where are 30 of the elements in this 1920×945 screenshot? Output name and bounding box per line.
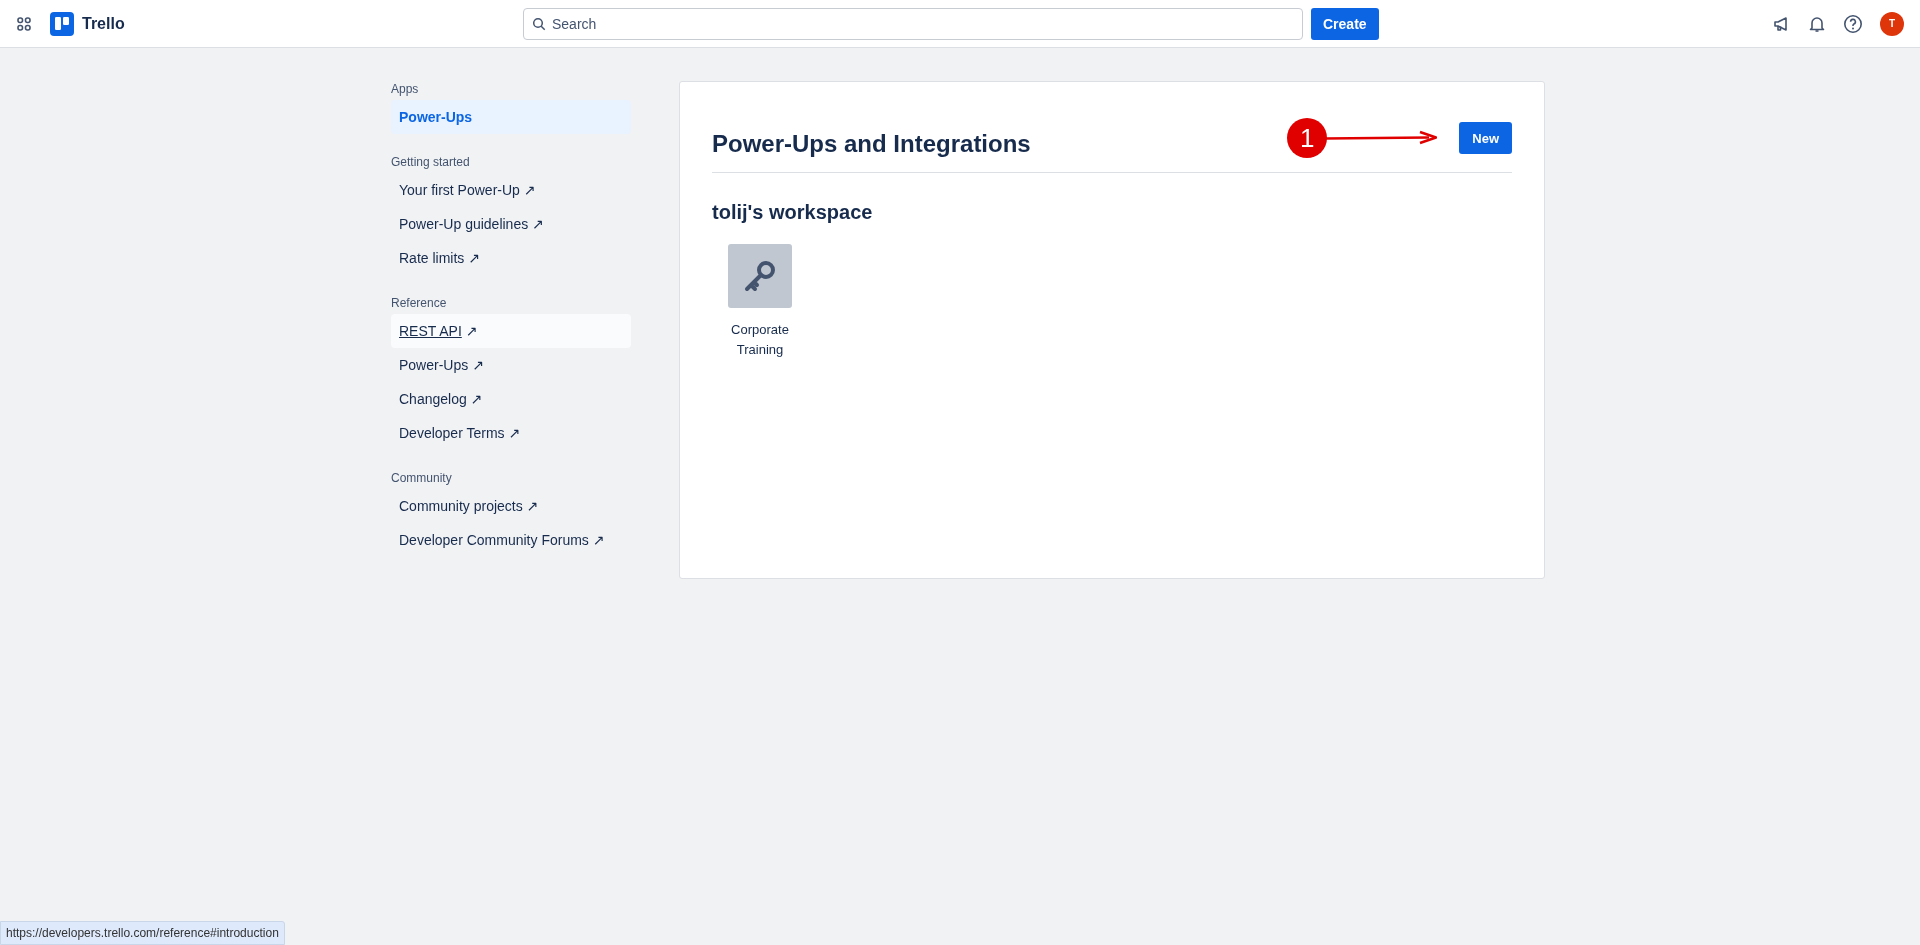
section-heading: Getting started bbox=[391, 154, 471, 171]
workspace-heading: tolij's workspace bbox=[712, 201, 874, 224]
create-button[interactable]: Create bbox=[1311, 7, 1379, 40]
sidebar-link[interactable]: Developer Terms ↗ bbox=[391, 416, 631, 450]
user-avatar[interactable]: T bbox=[1880, 11, 1904, 36]
sidebar-link[interactable]: Rate limits ↗ bbox=[391, 241, 631, 275]
link-url-status: https://developers.trello.com/reference#introduction bbox=[0, 921, 285, 945]
sidebar-link[interactable]: Changelog ↗ bbox=[391, 382, 631, 416]
sidebar-link[interactable]: REST API ↗ bbox=[391, 314, 631, 348]
section-heading: Apps bbox=[391, 81, 420, 98]
power-up-name[interactable]: Corporate Training bbox=[720, 320, 800, 360]
help-icon[interactable] bbox=[1843, 13, 1863, 34]
sidebar-link[interactable]: Developer Community Forums ↗ bbox=[391, 523, 631, 557]
sidebar-link[interactable]: Power-Up guidelines ↗ bbox=[391, 207, 631, 241]
sidebar-link[interactable]: Power-Ups ↗ bbox=[391, 348, 631, 382]
new-button[interactable]: New bbox=[1459, 122, 1512, 154]
sidebar-link[interactable]: Your first Power-Up ↗ bbox=[391, 173, 631, 207]
search-field[interactable]: Search bbox=[523, 7, 1303, 40]
sidebar-link[interactable]: Community projects ↗ bbox=[391, 489, 631, 523]
section-heading: Community bbox=[391, 470, 453, 487]
page-title: Power-Ups and Integrations bbox=[712, 129, 1031, 158]
app-name[interactable]: Trello bbox=[82, 14, 125, 33]
annotation-arrow-drawing: 1 bbox=[1287, 118, 1438, 158]
app-grid-icon[interactable] bbox=[17, 16, 31, 31]
section-heading: Reference bbox=[391, 295, 448, 312]
key-icon[interactable] bbox=[728, 244, 792, 308]
sidebar-link[interactable]: Power-Ups bbox=[391, 100, 631, 134]
notification-bell-icon[interactable] bbox=[1808, 14, 1826, 33]
board-logo-icon[interactable] bbox=[50, 11, 74, 36]
search-icon bbox=[532, 16, 546, 31]
